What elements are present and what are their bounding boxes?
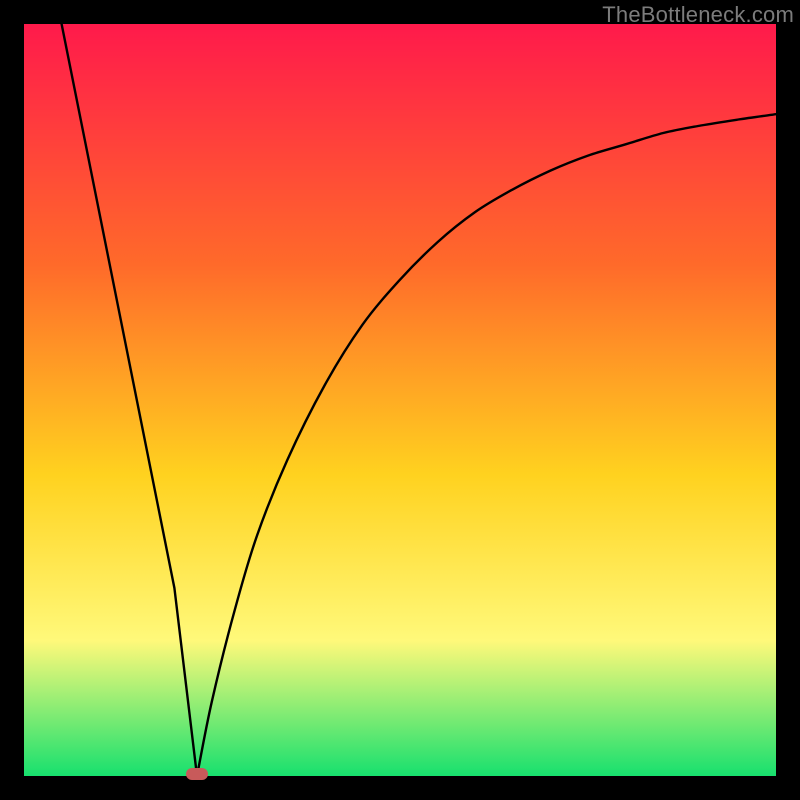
bottleneck-chart: [24, 24, 776, 776]
optimum-marker: [186, 768, 209, 780]
chart-frame: [24, 24, 776, 776]
watermark-text: TheBottleneck.com: [602, 2, 794, 28]
